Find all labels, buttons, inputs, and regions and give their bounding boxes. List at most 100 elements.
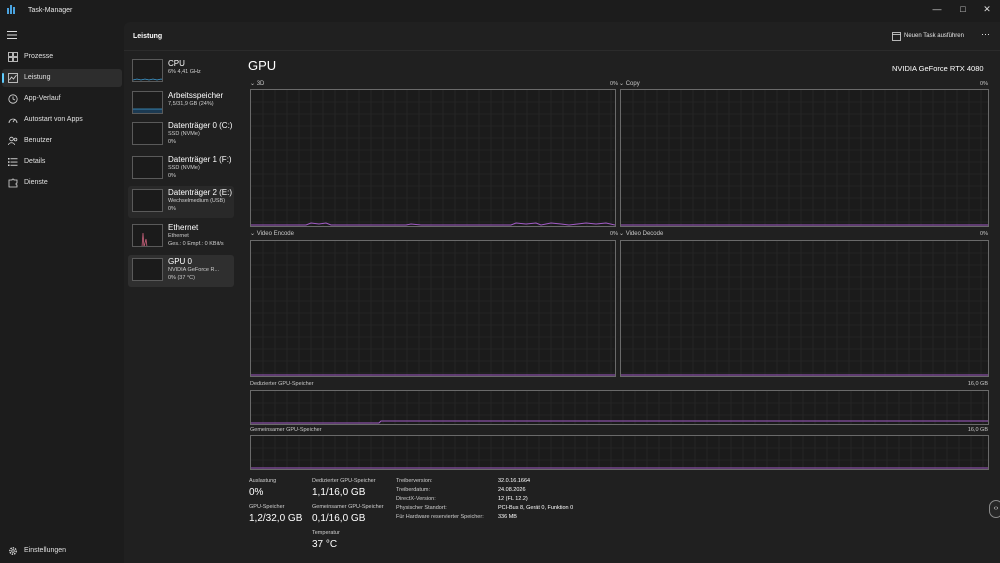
graph-grid <box>251 391 988 424</box>
device-name: Ethernet <box>168 223 199 232</box>
chevron-down-icon: ⌄ <box>250 231 257 237</box>
run-task-label: Neuen Task ausführen <box>904 33 964 39</box>
scroll-handle-icon[interactable]: ‹› <box>989 500 1000 518</box>
reserved-memory-value: 336 MB <box>498 514 517 520</box>
device-name: Datenträger 2 (E:) <box>168 188 233 197</box>
sidebar-item-benutzer[interactable]: Benutzer <box>2 132 122 150</box>
engine-video-decode-graph <box>620 240 989 377</box>
device-detail: 6% 4,41 GHz <box>168 69 201 75</box>
engine-3d-graph <box>250 89 616 227</box>
task-manager-app-icon <box>7 5 15 14</box>
dedicated-memory-max: 16,0 GB <box>967 381 988 387</box>
header-divider <box>124 50 1000 51</box>
device-name: Datenträger 1 (F:) <box>168 155 232 164</box>
engine-copy-label[interactable]: ⌄ Copy <box>619 80 640 87</box>
sidebar-item-prozesse[interactable]: Prozesse <box>2 48 122 66</box>
device-name: CPU <box>168 59 185 68</box>
ethernet-thumbnail-graph <box>132 224 163 247</box>
sidebar-item-label: Prozesse <box>24 53 54 60</box>
graph-grid <box>621 90 988 226</box>
device-detail: NVIDIA GeForce R... <box>168 267 220 273</box>
device-disk-0[interactable]: Datenträger 0 (C:) SSD (NVMe) 0% <box>128 119 234 151</box>
reserved-memory-key: Für Hardware reservierter Speicher: <box>396 514 484 520</box>
device-detail: 7,5/31,9 GB (24%) <box>168 101 214 107</box>
services-puzzle-icon <box>8 178 18 188</box>
engine-copy-percent: 0% <box>980 81 988 87</box>
utilization-label: Auslastung <box>249 478 277 484</box>
shared-memory-max: 16,0 GB <box>967 427 988 433</box>
device-gpu-0[interactable]: GPU 0 NVIDIA GeForce R... 0% (37 °C) <box>128 255 234 287</box>
sidebar-item-label: Einstellungen <box>24 547 67 554</box>
driver-version-key: Treiberversion: <box>396 478 433 484</box>
engine-video-decode-label[interactable]: ⌄ Video Decode <box>619 230 663 237</box>
sidebar-item-label: Details <box>24 158 46 165</box>
sidebar-item-app-verlauf[interactable]: App-Verlauf <box>2 90 122 108</box>
hamburger-menu-icon[interactable] <box>7 30 17 40</box>
sidebar-item-leistung[interactable]: Leistung <box>2 69 122 87</box>
graph-grid <box>621 241 988 376</box>
gpu-model-name: NVIDIA GeForce RTX 4080 <box>892 64 984 73</box>
physical-location-key: Physischer Standort: <box>396 505 447 511</box>
sidebar-item-autostart[interactable]: Autostart von Apps <box>2 111 122 129</box>
maximize-button[interactable]: □ <box>950 2 976 16</box>
sidebar-item-label: Leistung <box>24 74 51 81</box>
shared-memory-graph <box>250 435 989 470</box>
graph-grid <box>251 90 615 226</box>
disk0-thumbnail-graph <box>132 122 163 145</box>
disk2-thumbnail-graph <box>132 189 163 212</box>
driver-date-value: 24.08.2026 <box>498 487 526 493</box>
sidebar-item-label: Autostart von Apps <box>24 116 83 123</box>
device-detail: Ethernet <box>168 233 189 239</box>
device-usage: 0% <box>168 173 176 179</box>
sidebar-item-label: Benutzer <box>24 137 53 144</box>
engine-3d-percent: 0% <box>610 81 618 87</box>
device-usage: 0% (37 °C) <box>168 275 195 281</box>
more-options-button[interactable]: ⋯ <box>981 29 990 40</box>
temperature-value: 37 °C <box>312 539 338 550</box>
engine-copy-graph <box>620 89 989 227</box>
engine-video-decode-percent: 0% <box>980 231 988 237</box>
sidebar-item-dienste[interactable]: Dienste <box>2 174 122 192</box>
device-ethernet[interactable]: Ethernet Ethernet Ges.: 0 Empf.: 0 KBit/… <box>128 221 234 253</box>
dedicated-memory-label: Dedizierter GPU-Speicher <box>250 381 314 387</box>
device-cpu[interactable]: CPU 6% 4,41 GHz <box>128 56 234 88</box>
device-memory[interactable]: Arbeitsspeicher 7,5/31,9 GB (24%) <box>128 88 234 120</box>
shared-memory-stat-label: Gemeinsamer GPU-Speicher <box>312 504 384 510</box>
dedicated-memory-graph <box>250 390 989 425</box>
device-disk-1[interactable]: Datenträger 1 (F:) SSD (NVMe) 0% <box>128 153 234 185</box>
device-name: GPU 0 <box>168 257 193 266</box>
graph-grid <box>251 436 988 469</box>
gpu-memory-label: GPU-Speicher <box>249 504 285 510</box>
disk1-thumbnail-graph <box>132 156 163 179</box>
usage-trace <box>251 222 615 226</box>
device-throughput: Ges.: 0 Empf.: 0 KBit/s <box>168 241 224 247</box>
engine-video-encode-graph <box>250 240 616 377</box>
directx-version-key: DirectX-Version: <box>396 496 436 502</box>
memory-thumbnail-graph <box>132 91 163 114</box>
physical-location-value: PCI-Bus 8, Gerät 0, Funktion 0 <box>498 505 574 511</box>
minimize-button[interactable]: — <box>924 2 950 16</box>
startup-gauge-icon <box>8 118 18 124</box>
users-icon <box>8 136 18 146</box>
sidebar-nav: Prozesse Leistung App-Verlauf Autostart … <box>0 22 124 563</box>
device-detail: SSD (NVMe) <box>168 165 200 171</box>
window-title: Task-Manager <box>28 7 73 14</box>
engine-3d-label[interactable]: ⌄ 3D <box>250 80 264 87</box>
engine-video-encode-label[interactable]: ⌄ Video Encode <box>250 230 294 237</box>
driver-version-value: 32.0.16.1664 <box>498 478 531 484</box>
close-button[interactable]: ✕ <box>974 2 1000 16</box>
chevron-down-icon: ⌄ <box>250 81 257 87</box>
processes-grid-icon <box>8 52 18 62</box>
device-disk-2[interactable]: Datenträger 2 (E:) Wechselmedium (USB) 0… <box>128 186 234 218</box>
usage-trace <box>251 420 988 424</box>
sidebar-item-details[interactable]: Details <box>2 153 122 171</box>
cpu-thumbnail-graph <box>132 59 163 82</box>
sidebar-item-einstellungen[interactable]: Einstellungen <box>2 542 122 560</box>
main-panel: Leistung Neuen Task ausführen ⋯ CPU 6% 4… <box>124 22 1000 563</box>
performance-graph-icon <box>8 73 18 83</box>
details-list-icon <box>8 158 18 166</box>
gpu-title: GPU <box>248 58 277 73</box>
graph-grid <box>251 241 615 376</box>
chevron-down-icon: ⌄ <box>619 231 626 237</box>
directx-version-value: 12 (FL 12.2) <box>498 496 528 502</box>
